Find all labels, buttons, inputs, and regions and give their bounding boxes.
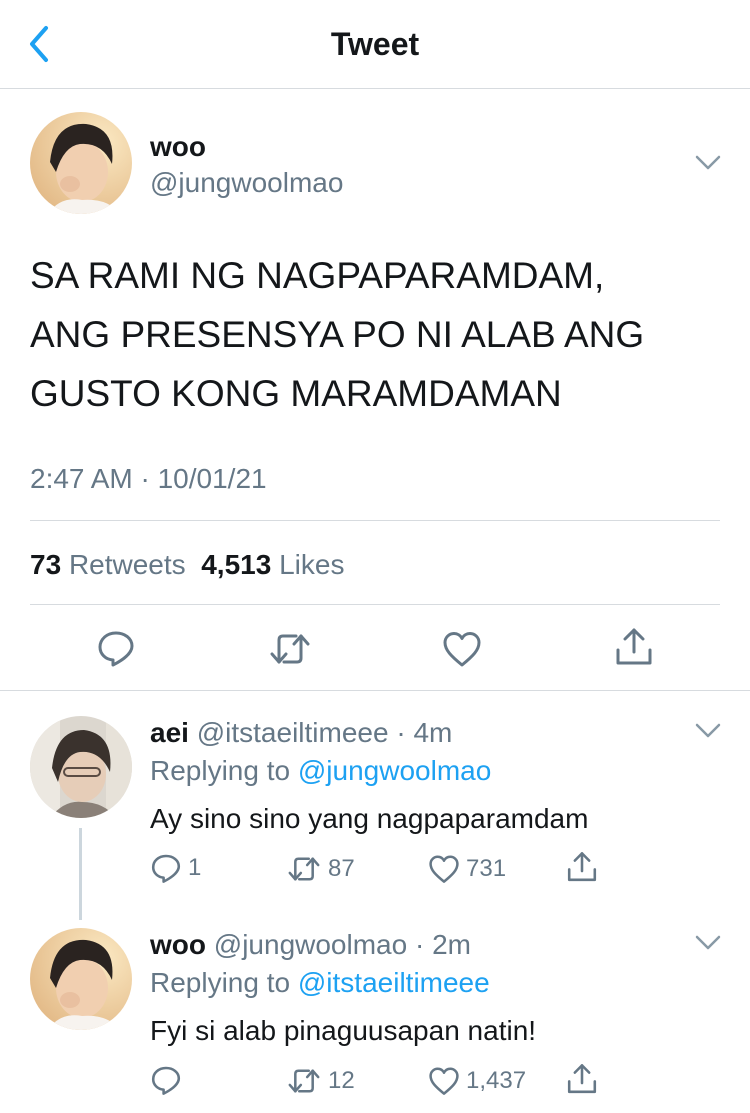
reply-icon — [98, 631, 134, 667]
retweet-icon — [270, 634, 310, 664]
share-icon — [616, 628, 652, 665]
reply-icon — [151, 1066, 181, 1095]
share-button[interactable] — [566, 850, 604, 884]
like-count: 731 — [466, 855, 507, 882]
reply-time: · 2m — [414, 929, 471, 960]
heart-icon — [429, 855, 459, 883]
like-button[interactable] — [442, 630, 482, 673]
heart-icon — [443, 632, 481, 667]
avatar[interactable] — [30, 928, 132, 1030]
divider — [30, 520, 720, 521]
reply-button[interactable] — [150, 1064, 188, 1096]
chevron-down-icon[interactable] — [694, 722, 722, 740]
page-title: Tweet — [330, 26, 420, 62]
tweet-stats: 73 Retweets 4,513 Likes — [30, 548, 344, 582]
reply-button[interactable] — [96, 628, 136, 673]
reply-count: 1 — [188, 854, 202, 881]
like-button[interactable]: 731 — [428, 854, 506, 884]
divider — [30, 604, 720, 605]
reply-button[interactable]: 1 — [150, 852, 201, 884]
author-name[interactable]: woo — [150, 130, 206, 164]
retweet-count: 87 — [328, 855, 355, 882]
author-handle[interactable]: @jungwoolmao — [150, 166, 343, 200]
replying-to: Replying to @itstaeiltimeee — [150, 966, 490, 1000]
retweet-count: 73 — [30, 549, 62, 580]
retweet-label: Retweets — [68, 549, 186, 580]
thread-connector — [79, 828, 82, 920]
tweet-text-line: ANG PRESENSYA PO NI ALAB ANG — [30, 314, 645, 355]
reply-text: Ay sino sino yang nagpaparamdam — [150, 803, 589, 834]
retweet-count: 12 — [328, 1067, 355, 1094]
reply-icon — [151, 854, 181, 883]
retweet-button[interactable]: 87 — [286, 854, 355, 884]
replying-to-label: Replying to — [150, 755, 291, 786]
reply-text: Fyi si alab pinaguusapan natin! — [150, 1015, 537, 1046]
like-label: Likes — [279, 549, 345, 580]
reply-author-name[interactable]: woo — [150, 929, 206, 960]
replying-to: Replying to @jungwoolmao — [150, 754, 491, 788]
retweet-button[interactable]: 12 — [286, 1066, 355, 1096]
replying-to-label: Replying to — [150, 967, 291, 998]
heart-icon — [429, 1067, 459, 1095]
like-stat[interactable]: 4,513 Likes — [201, 549, 344, 580]
top-nav-bar: Tweet — [0, 0, 750, 89]
share-icon — [567, 1064, 597, 1094]
share-button[interactable] — [566, 1062, 604, 1096]
tweet-text-line: SA RAMI NG NAGPAPARAMDAM, — [30, 255, 605, 296]
reply-author-handle[interactable]: @jungwoolmao — [214, 929, 407, 960]
chevron-down-icon[interactable] — [694, 154, 722, 172]
retweet-button[interactable] — [268, 630, 312, 673]
avatar[interactable] — [30, 716, 132, 818]
retweet-stat[interactable]: 73 Retweets — [30, 549, 186, 580]
mention-link[interactable]: @jungwoolmao — [298, 755, 491, 786]
chevron-down-icon[interactable] — [694, 934, 722, 952]
reply-author-name[interactable]: aei — [150, 717, 189, 748]
like-button[interactable]: 1,437 — [428, 1066, 526, 1096]
retweet-icon — [288, 857, 320, 881]
tweet-text-line: GUSTO KONG MARAMDAMAN — [30, 373, 562, 414]
reply-time: · 4m — [396, 717, 453, 748]
share-button[interactable] — [614, 626, 654, 673]
reply-author-handle[interactable]: @itstaeiltimeee — [197, 717, 389, 748]
avatar[interactable] — [30, 112, 132, 214]
tweet-timestamp[interactable]: 2:47 AM · 10/01/21 — [30, 462, 267, 496]
retweet-icon — [288, 1069, 320, 1093]
mention-link[interactable]: @itstaeiltimeee — [298, 967, 490, 998]
share-icon — [567, 852, 597, 882]
tweet-text: SA RAMI NG NAGPAPARAMDAM, ANG PRESENSYA … — [30, 246, 720, 423]
like-count: 4,513 — [201, 549, 272, 580]
divider — [0, 690, 750, 691]
like-count: 1,437 — [466, 1067, 527, 1094]
